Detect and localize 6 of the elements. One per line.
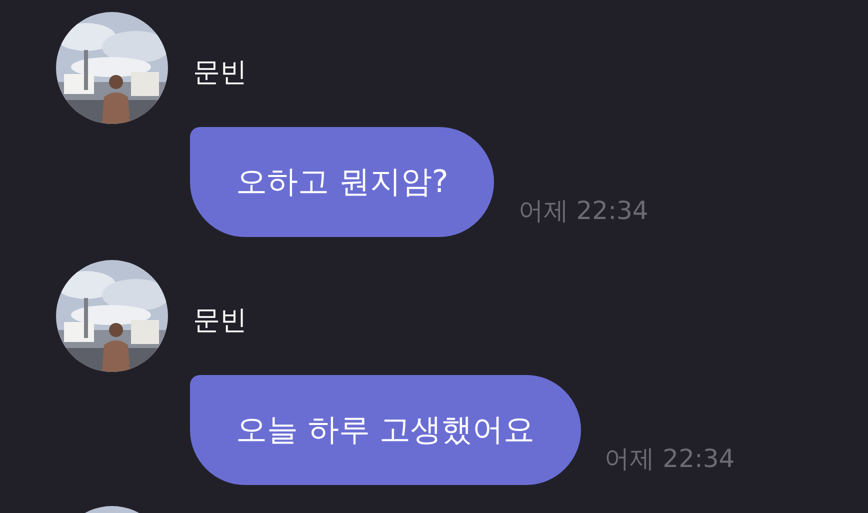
message-bubble: 오하고 뭔지암? — [190, 127, 494, 237]
message-bubble: 오늘 하루 고생했어요 — [190, 375, 581, 485]
message-time: 어제 22:34 — [518, 194, 648, 226]
message-time: 어제 22:34 — [604, 442, 735, 474]
sender-name: 문빈 — [193, 304, 247, 338]
sender-name: 문빈 — [193, 56, 247, 90]
